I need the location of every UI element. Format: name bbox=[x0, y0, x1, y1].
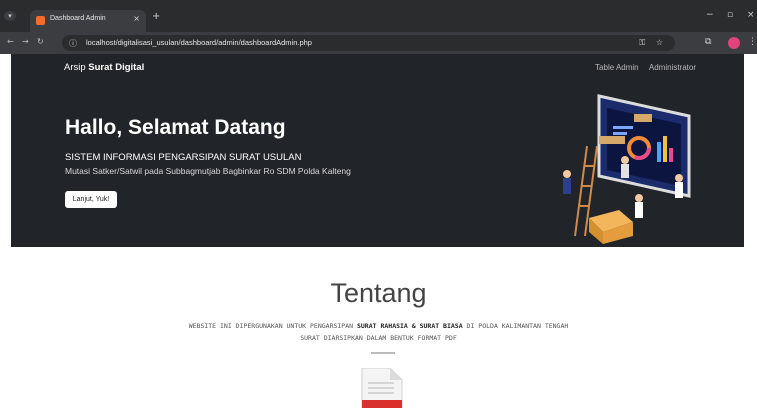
url-text[interactable]: localhost/digitalisasi_usulan/dashboard/… bbox=[86, 38, 312, 47]
hero-subtitle: SISTEM INFORMASI PENGARSIPAN SURAT USULA… bbox=[65, 152, 302, 163]
forward-icon[interactable]: → bbox=[22, 37, 29, 46]
pdf-document-icon bbox=[361, 368, 403, 408]
hero-section: Arsip Surat Digital Table Admin Administ… bbox=[11, 54, 744, 247]
page-title: Hallo, Selamat Datang bbox=[65, 116, 286, 139]
brand-prefix: Arsip bbox=[64, 62, 86, 73]
site-info-icon[interactable]: ⓘ bbox=[69, 38, 77, 49]
menu-dots-icon[interactable]: ⋮ bbox=[748, 37, 757, 47]
favicon-icon bbox=[36, 16, 45, 25]
about-title: Tentang bbox=[330, 278, 427, 308]
maximize-icon[interactable]: ▫ bbox=[727, 10, 733, 20]
nav-link-table-admin[interactable]: Table Admin bbox=[595, 63, 639, 72]
tab-search-icon[interactable]: ▾ bbox=[4, 11, 16, 21]
continue-button[interactable]: Lanjut, Yuk! bbox=[65, 191, 117, 208]
brand-name: Surat Digital bbox=[88, 62, 145, 73]
tab-title: Dashboard Admin bbox=[50, 15, 106, 22]
avatar[interactable] bbox=[728, 37, 740, 49]
reload-icon[interactable]: ↻ bbox=[37, 37, 44, 46]
minimize-icon[interactable]: − bbox=[706, 10, 714, 20]
dashboard-illustration bbox=[563, 94, 691, 244]
browser-tabbar: ▾ Dashboard Admin × + − ▫ × bbox=[0, 0, 757, 32]
close-icon[interactable]: × bbox=[133, 14, 140, 23]
tab-dashboard-admin[interactable]: Dashboard Admin × bbox=[30, 10, 146, 32]
nav-link-administrator[interactable]: Administrator bbox=[649, 63, 696, 72]
new-tab-icon[interactable]: + bbox=[152, 11, 160, 22]
hero-description: Mutasi Satker/Satwil pada Subbagmutjab B… bbox=[65, 166, 351, 176]
about-line-2: SURAT DIARSIPKAN DALAM BENTUK FORMAT PDF bbox=[300, 334, 457, 342]
about-description: WEBSITE INI DIPERGUNAKAN UNTUK PENGARSIP… bbox=[0, 320, 757, 344]
top-nav: Table Admin Administrator bbox=[587, 63, 696, 72]
about-highlight: SURAT RAHASIA & SURAT BIASA bbox=[356, 322, 463, 330]
bookmark-star-icon[interactable]: ⚿ ☆ bbox=[639, 38, 667, 48]
browser-toolbar: ← → ↻ ⓘ localhost/digitalisasi_usulan/da… bbox=[0, 32, 757, 54]
about-line-1: WEBSITE INI DIPERGUNAKAN UNTUK PENGARSIP… bbox=[188, 322, 569, 330]
brand-logo[interactable]: Arsip Surat Digital bbox=[64, 62, 144, 73]
back-icon[interactable]: ← bbox=[7, 37, 14, 46]
divider bbox=[371, 352, 395, 354]
extensions-icon[interactable]: ⧉ bbox=[705, 37, 711, 47]
window-close-icon[interactable]: × bbox=[747, 10, 755, 20]
address-bar[interactable]: ⓘ localhost/digitalisasi_usulan/dashboar… bbox=[62, 35, 675, 51]
